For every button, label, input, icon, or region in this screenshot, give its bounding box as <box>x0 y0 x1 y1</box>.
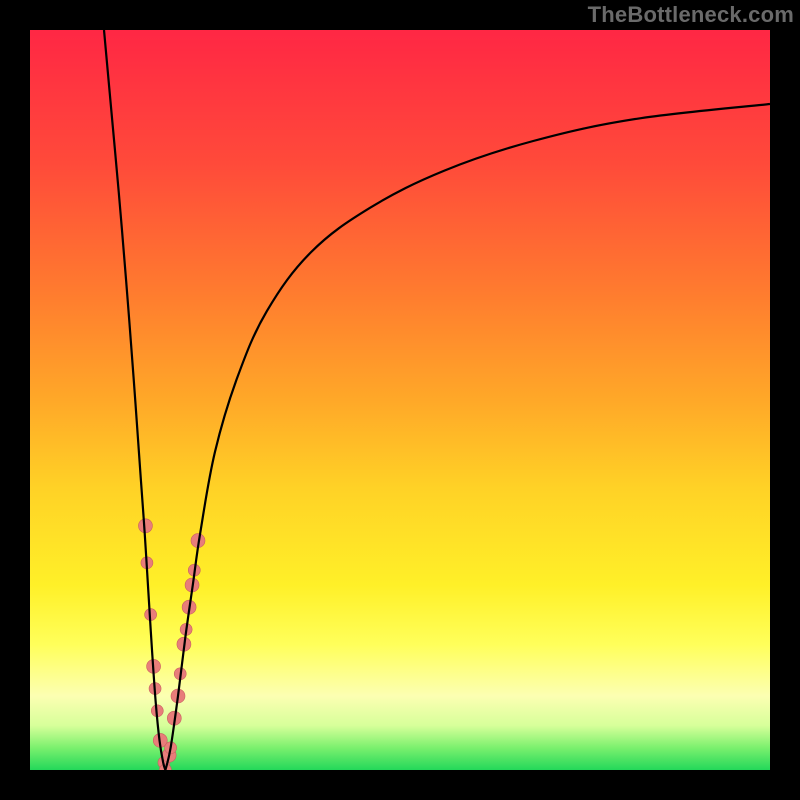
chart-svg <box>30 30 770 770</box>
chart-plot-area <box>30 30 770 770</box>
curve-left-branch <box>104 30 165 770</box>
curve-right-branch <box>165 104 770 770</box>
watermark-text: TheBottleneck.com <box>588 2 794 28</box>
chart-frame: TheBottleneck.com <box>0 0 800 800</box>
scatter-layer <box>138 519 205 770</box>
